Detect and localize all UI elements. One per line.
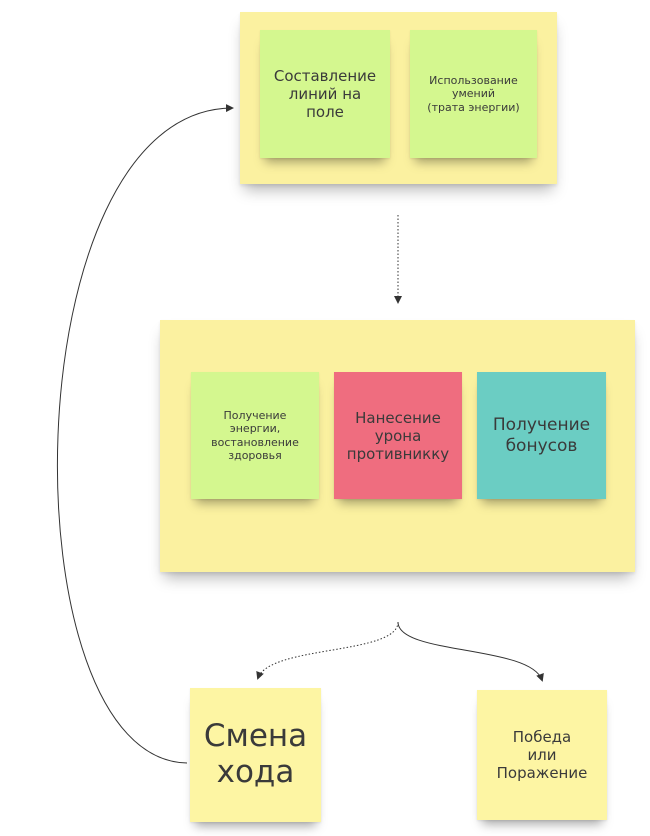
sticky-note-win-or-lose[interactable]: Победа или Поражение [477, 690, 607, 820]
connector-middle-to-turn-change[interactable] [256, 621, 399, 680]
sticky-note-bonuses[interactable]: Получение бонусов [477, 372, 606, 499]
sticky-note-line-building[interactable]: Составление линий на поле [260, 30, 390, 158]
sticky-note-skill-usage[interactable]: Использование умений (трата энергии) [410, 30, 537, 158]
connector-middle-to-win-lose[interactable] [397, 621, 544, 682]
sticky-note-energy-health[interactable]: Получение энергии, востановление здоровь… [191, 372, 319, 499]
whiteboard-canvas[interactable]: Составление линий на поле Использование … [0, 0, 650, 836]
sticky-note-turn-change[interactable]: Смена хода [190, 688, 321, 822]
sticky-note-damage[interactable]: Нанесение урона противникку [334, 372, 462, 499]
